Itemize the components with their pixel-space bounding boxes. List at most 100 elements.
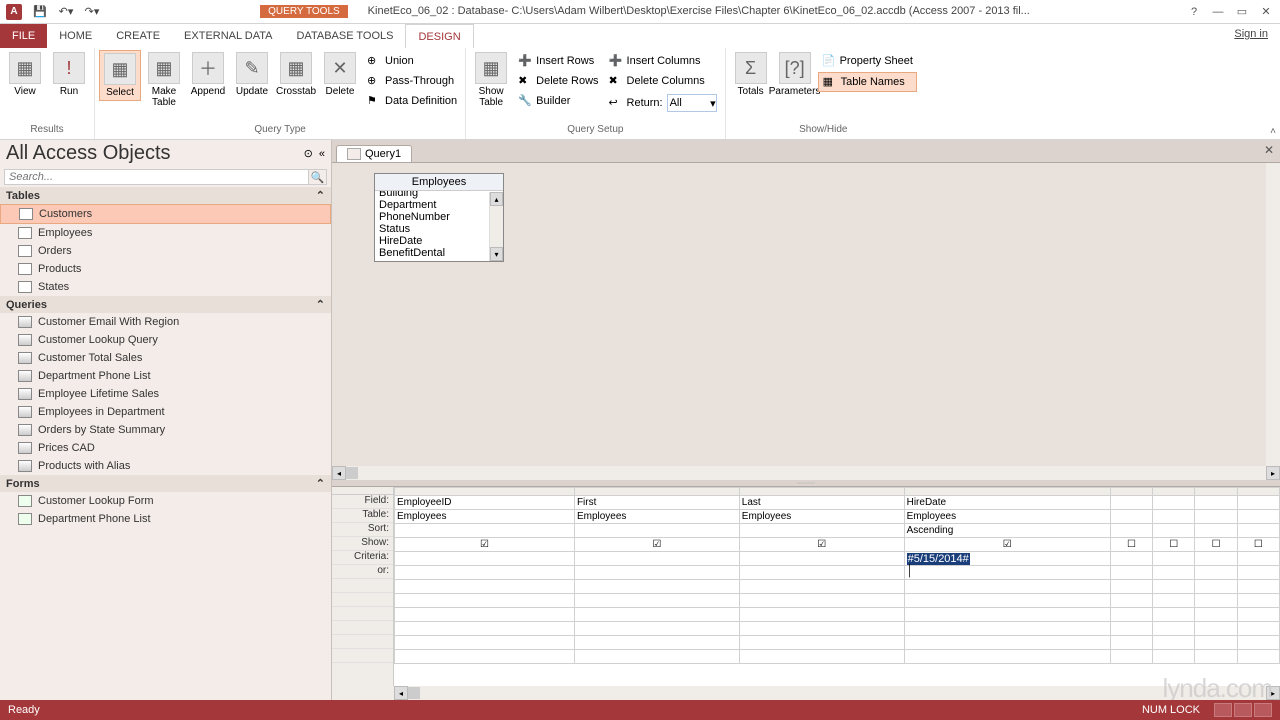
view-button[interactable]: ▦View [4, 50, 46, 99]
close-icon[interactable]: ✕ [1256, 3, 1276, 21]
group-label-querytype: Query Type [99, 124, 461, 137]
select-icon: ▦ [104, 53, 136, 85]
nav-item-states[interactable]: States [0, 278, 331, 296]
form-icon [18, 513, 32, 525]
nav-title[interactable]: All Access Objects [6, 142, 304, 165]
scroll-right-icon[interactable]: ▸ [1266, 466, 1280, 480]
nav-item-form[interactable]: Customer Lookup Form [0, 492, 331, 510]
nav-group-queries[interactable]: Queries⌃ [0, 296, 331, 313]
search-input[interactable] [4, 169, 309, 185]
group-label-results: Results [4, 124, 90, 137]
parameters-button[interactable]: [?]Parameters [774, 50, 816, 99]
nav-dropdown-icon[interactable]: ⊙ [304, 147, 313, 160]
nav-item-customers[interactable]: Customers [0, 204, 331, 224]
nav-item-query[interactable]: Customer Total Sales [0, 349, 331, 367]
scroll-down-icon[interactable]: ▾ [490, 247, 503, 261]
table-names-button[interactable]: ▦Table Names [818, 72, 917, 92]
delete-query-button[interactable]: ✕Delete [319, 50, 361, 99]
grid-scroll-h[interactable]: ◂ ▸ [332, 686, 1280, 700]
run-button[interactable]: !Run [48, 50, 90, 99]
nav-item-query[interactable]: Employee Lifetime Sales [0, 385, 331, 403]
append-button[interactable]: ＋Append [187, 50, 229, 99]
help-icon[interactable]: ? [1184, 3, 1204, 21]
tablebox-scrollbar[interactable]: ▴ ▾ [489, 192, 503, 261]
datadef-button[interactable]: ⚑Data Definition [363, 92, 461, 110]
minimize-icon[interactable]: — [1208, 3, 1228, 21]
field-item[interactable]: Department [377, 199, 501, 211]
delete-rows-button[interactable]: ✖Delete Rows [514, 72, 602, 90]
field-item[interactable]: BenefitDental [377, 247, 501, 259]
nav-item-query[interactable]: Customer Email With Region [0, 313, 331, 331]
insert-cols-button[interactable]: ➕Insert Columns [605, 52, 721, 70]
upper-scroll-v[interactable] [1266, 163, 1280, 466]
query-icon [18, 370, 32, 382]
tab-design[interactable]: DESIGN [405, 24, 473, 48]
field-item[interactable]: Building [377, 191, 501, 199]
builder-button[interactable]: 🔧Builder [514, 92, 602, 110]
tab-external-data[interactable]: EXTERNAL DATA [172, 24, 284, 48]
totals-button[interactable]: ΣTotals [730, 50, 772, 99]
scroll-left-icon[interactable]: ◂ [332, 466, 346, 480]
criteria-cell-hiredate[interactable]: #5/15/2014# [904, 552, 1110, 566]
nav-collapse-icon[interactable]: « [319, 148, 325, 160]
undo-icon[interactable]: ↶▾ [58, 4, 74, 20]
table-box-employees[interactable]: Employees Building Department PhoneNumbe… [374, 173, 504, 262]
union-icon: ⊕ [367, 54, 381, 68]
tab-database-tools[interactable]: DATABASE TOOLS [284, 24, 405, 48]
design-area: Query1 ✕ Employees Building Department P… [332, 140, 1280, 700]
nav-item-query[interactable]: Orders by State Summary [0, 421, 331, 439]
upper-scroll-h[interactable]: ◂ ▸ [332, 466, 1280, 480]
search-icon[interactable]: 🔍 [309, 169, 327, 185]
crosstab-button[interactable]: ▦Crosstab [275, 50, 317, 99]
nav-group-forms[interactable]: Forms⌃ [0, 475, 331, 492]
passthrough-button[interactable]: ⊕Pass-Through [363, 72, 461, 90]
field-item[interactable]: PhoneNumber [377, 211, 501, 223]
grid-columns[interactable]: EmployeeID First Last HireDate Employees… [394, 487, 1280, 686]
nav-item-query[interactable]: Products with Alias [0, 457, 331, 475]
union-button[interactable]: ⊕Union [363, 52, 461, 70]
label-criteria: Criteria: [332, 551, 393, 565]
redo-icon[interactable]: ↷▾ [84, 4, 100, 20]
design-grid-table[interactable]: EmployeeID First Last HireDate Employees… [394, 487, 1280, 664]
field-item[interactable]: Status [377, 223, 501, 235]
nav-item-products[interactable]: Products [0, 260, 331, 278]
nav-item-query[interactable]: Department Phone List [0, 367, 331, 385]
close-tab-icon[interactable]: ✕ [1264, 143, 1274, 157]
nav-item-orders[interactable]: Orders [0, 242, 331, 260]
label-sort: Sort: [332, 523, 393, 537]
tab-file[interactable]: FILE [0, 24, 47, 48]
nav-item-query[interactable]: Prices CAD [0, 439, 331, 457]
tab-query1[interactable]: Query1 [336, 145, 412, 162]
show-table-button[interactable]: ▦Show Table [470, 50, 512, 110]
design-view-icon[interactable] [1254, 703, 1272, 717]
delete-cols-button[interactable]: ✖Delete Columns [605, 72, 721, 90]
insert-rows-button[interactable]: ➕Insert Rows [514, 52, 602, 70]
signin-link[interactable]: Sign in [1222, 24, 1280, 48]
nav-group-tables[interactable]: Tables⌃ [0, 187, 331, 204]
field-item[interactable]: HireDate [377, 235, 501, 247]
make-table-button[interactable]: ▦Make Table [143, 50, 185, 110]
return-select[interactable]: All▾ [667, 94, 717, 112]
nav-item-employees[interactable]: Employees [0, 224, 331, 242]
table-icon [19, 208, 33, 220]
query-icon [18, 352, 32, 364]
row-table: Employees Employees Employees Employees [395, 510, 1280, 524]
nav-item-form[interactable]: Department Phone List [0, 510, 331, 528]
update-button[interactable]: ✎Update [231, 50, 273, 99]
save-icon[interactable]: 💾 [32, 4, 48, 20]
scroll-left-icon[interactable]: ◂ [394, 686, 408, 700]
restore-icon[interactable]: ▭ [1232, 3, 1252, 21]
select-button[interactable]: ▦Select [99, 50, 141, 101]
scroll-up-icon[interactable]: ▴ [490, 192, 503, 206]
propsheet-icon: 📄 [822, 54, 836, 68]
query-upper-pane[interactable]: Employees Building Department PhoneNumbe… [332, 162, 1280, 466]
tab-home[interactable]: HOME [47, 24, 104, 48]
nav-item-query[interactable]: Customer Lookup Query [0, 331, 331, 349]
datasheet-view-icon[interactable] [1214, 703, 1232, 717]
nav-item-query[interactable]: Employees in Department [0, 403, 331, 421]
property-sheet-button[interactable]: 📄Property Sheet [818, 52, 917, 70]
tab-create[interactable]: CREATE [104, 24, 172, 48]
ribbon-collapse-icon[interactable]: ˄ [1270, 126, 1276, 137]
sql-view-icon[interactable] [1234, 703, 1252, 717]
run-icon: ! [53, 52, 85, 84]
